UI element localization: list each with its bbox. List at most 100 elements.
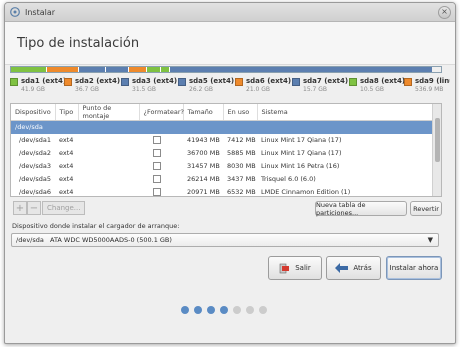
size-cell: 31457 MB <box>187 162 220 170</box>
legend-swatch <box>292 78 300 86</box>
back-button[interactable]: Atrás <box>326 256 381 280</box>
progress-dot <box>194 306 202 314</box>
table-row[interactable]: /dev/sda6 ext4 20971 MB 6532 MB LMDE Cinnamo… <box>11 186 433 197</box>
quit-label: Salir <box>295 264 311 272</box>
legend-partition-size: 26.2 GB <box>189 86 214 93</box>
type-cell: ext4 <box>59 149 74 157</box>
table-row[interactable]: /dev/sda3 ext4 31457 MB 8030 MB Linux Mint 1… <box>11 160 433 173</box>
format-checkbox[interactable] <box>153 188 161 196</box>
legend-partition-name: sda6 (ext4) <box>246 77 292 85</box>
legend-partition-size: 21.0 GB <box>246 86 271 93</box>
quit-button[interactable]: Salir <box>268 256 322 280</box>
legend-partition-size: 10.5 GB <box>360 86 385 93</box>
partition-segment <box>169 67 433 72</box>
device-cell: /dev/sda5 <box>19 175 51 183</box>
partition-toolbar: + − Change... Nueva tabla de particiones… <box>10 201 442 217</box>
legend-partition-name: sda2 (ext4) <box>75 77 121 85</box>
legend-item: sda5 (ext4) 26.2 GB <box>178 77 235 94</box>
size-cell: 36700 MB <box>187 149 220 157</box>
close-icon[interactable]: × <box>438 5 451 19</box>
mount-cell <box>78 173 139 186</box>
format-checkbox[interactable] <box>153 136 161 144</box>
column-header[interactable]: En uso <box>223 104 258 121</box>
page-title: Tipo de instalación <box>17 35 140 51</box>
legend-item: sda9 (linux-swap)536.9 MB <box>404 77 450 94</box>
legend-partition-name: sda3 (ext4) <box>132 77 178 85</box>
table-row[interactable]: /dev/sda2 ext4 36700 MB 5885 MB Linux Mint 1… <box>11 147 433 160</box>
system-cell: Linux Mint 17 Qiana (17) <box>261 149 342 157</box>
page-header: Tipo de instalación <box>5 22 455 65</box>
system-cell: Linux Mint 16 Petra (16) <box>261 162 340 170</box>
table-group-row[interactable]: /dev/sda <box>11 120 433 134</box>
partition-segment <box>146 67 161 72</box>
column-header[interactable]: Tipo <box>55 104 79 121</box>
partition-table[interactable]: Dispositivo Tipo Punto de montaje ¿Forma… <box>10 103 442 197</box>
legend-item: sda8 (ext4) 10.5 GB <box>349 77 406 94</box>
table-row[interactable]: /dev/sda1 ext4 41943 MB 7412 MB Linux Mint 1… <box>11 134 433 147</box>
legend-partition-size: 536.9 MB <box>415 86 444 93</box>
bootloader-device-select[interactable]: /dev/sda ATA WDC WD5000AADS-0 (500.1 GB)… <box>11 233 439 247</box>
size-cell: 41943 MB <box>187 136 220 144</box>
revert-button[interactable]: Revertir <box>410 201 442 216</box>
used-cell: 8030 MB <box>227 162 256 170</box>
partition-segment <box>106 67 129 72</box>
install-now-button[interactable]: Instalar ahora <box>386 256 442 280</box>
legend-item: sda3 (ext4) 31.5 GB <box>121 77 178 94</box>
mount-cell <box>78 147 139 160</box>
progress-dot <box>259 306 267 314</box>
progress-dot <box>220 306 228 314</box>
used-cell: 7412 MB <box>227 136 256 144</box>
scrollbar-thumb[interactable] <box>435 118 440 162</box>
size-cell: 20971 MB <box>187 188 220 196</box>
format-checkbox[interactable] <box>153 175 161 183</box>
legend-partition-name: sda5 (ext4) <box>189 77 235 85</box>
progress-dot <box>246 306 254 314</box>
format-cell <box>139 160 183 173</box>
partition-segment <box>47 67 79 72</box>
new-partition-table-button[interactable]: Nueva tabla de particiones... <box>315 201 407 217</box>
used-cell: 5885 MB <box>227 149 256 157</box>
legend-item: sda2 (ext4) 36.7 GB <box>64 77 121 94</box>
partition-segment <box>78 67 106 72</box>
column-header[interactable]: Tamaño <box>183 104 224 121</box>
type-cell: ext4 <box>59 162 74 170</box>
mount-cell <box>78 186 139 197</box>
system-cell: Trisquel 6.0 (6.0) <box>261 175 316 183</box>
arrow-left-icon <box>335 263 349 273</box>
partition-segment <box>160 67 170 72</box>
format-checkbox[interactable] <box>153 149 161 157</box>
progress-dot <box>181 306 189 314</box>
format-cell <box>139 173 183 186</box>
progress-dots <box>181 306 267 314</box>
partition-segment <box>128 67 147 72</box>
partition-legend: sda1 (ext4) 41.9 GB sda2 (ext4) 36.7 GB sda3… <box>10 77 450 94</box>
change-partition-button[interactable]: Change... <box>42 201 86 215</box>
group-label: /dev/sda <box>11 120 433 134</box>
mount-cell <box>78 160 139 173</box>
type-cell: ext4 <box>59 188 74 196</box>
mount-cell <box>78 134 139 147</box>
table-row[interactable]: /dev/sda5 ext4 26214 MB 3437 MB Trisquel 6.0… <box>11 173 433 186</box>
device-cell: /dev/sda6 <box>19 188 51 196</box>
bootloader-description: ATA WDC WD5000AADS-0 (500.1 GB) <box>50 236 172 244</box>
legend-partition-name: sda8 (ext4) <box>360 77 406 85</box>
system-cell: Linux Mint 17 Qiana (17) <box>261 136 342 144</box>
used-cell: 3437 MB <box>227 175 256 183</box>
used-cell: 6532 MB <box>227 188 256 196</box>
column-header[interactable]: Dispositivo <box>11 104 56 121</box>
legend-item: sda6 (ext4) 21.0 GB <box>235 77 292 94</box>
remove-partition-button[interactable]: − <box>27 201 41 215</box>
column-header[interactable]: ¿Formatear? <box>139 104 184 121</box>
column-header[interactable]: Punto de montaje <box>78 104 140 121</box>
window-title: Instalar <box>25 7 56 17</box>
device-cell: /dev/sda3 <box>19 162 51 170</box>
format-cell <box>139 186 183 196</box>
add-partition-button[interactable]: + <box>13 201 27 215</box>
table-scrollbar[interactable] <box>432 104 441 196</box>
column-header[interactable]: Sistema <box>257 104 434 121</box>
back-label: Atrás <box>353 264 372 272</box>
format-checkbox[interactable] <box>153 162 161 170</box>
legend-partition-name: sda7 (ext4) <box>303 77 349 85</box>
system-cell: LMDE Cinnamon Edition (1) <box>261 188 351 196</box>
legend-partition-size: 15.7 GB <box>303 86 328 93</box>
